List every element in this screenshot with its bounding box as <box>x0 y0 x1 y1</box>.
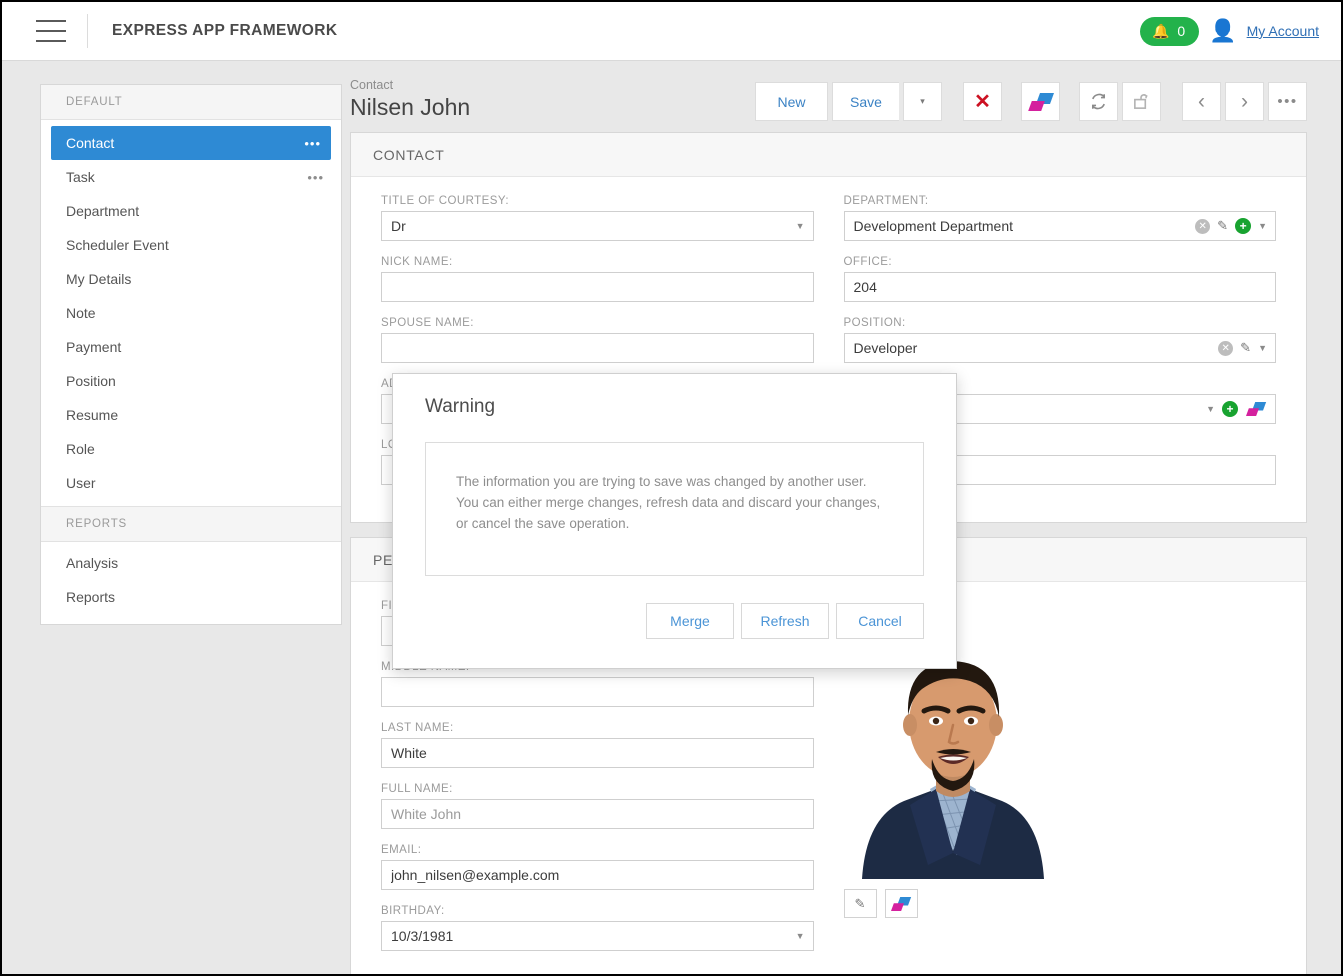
dialog-message: The information you are trying to save w… <box>425 442 924 576</box>
dialog-actions: Merge Refresh Cancel <box>425 603 924 639</box>
dialog-title: Warning <box>425 396 496 417</box>
modal-overlay: Warning The information you are trying t… <box>2 2 1341 974</box>
cancel-button[interactable]: Cancel <box>836 603 924 639</box>
app-window: EXPRESS APP FRAMEWORK 🔔 0 👤 My Account D… <box>0 0 1343 976</box>
dialog-message-line-2: You can either merge changes, refresh da… <box>456 495 881 510</box>
dialog-message-line-1: The information you are trying to save w… <box>456 474 867 489</box>
warning-dialog: Warning The information you are trying t… <box>392 373 957 669</box>
merge-button[interactable]: Merge <box>646 603 734 639</box>
refresh-button[interactable]: Refresh <box>741 603 829 639</box>
dialog-message-line-3: or cancel the save operation. <box>456 516 630 531</box>
